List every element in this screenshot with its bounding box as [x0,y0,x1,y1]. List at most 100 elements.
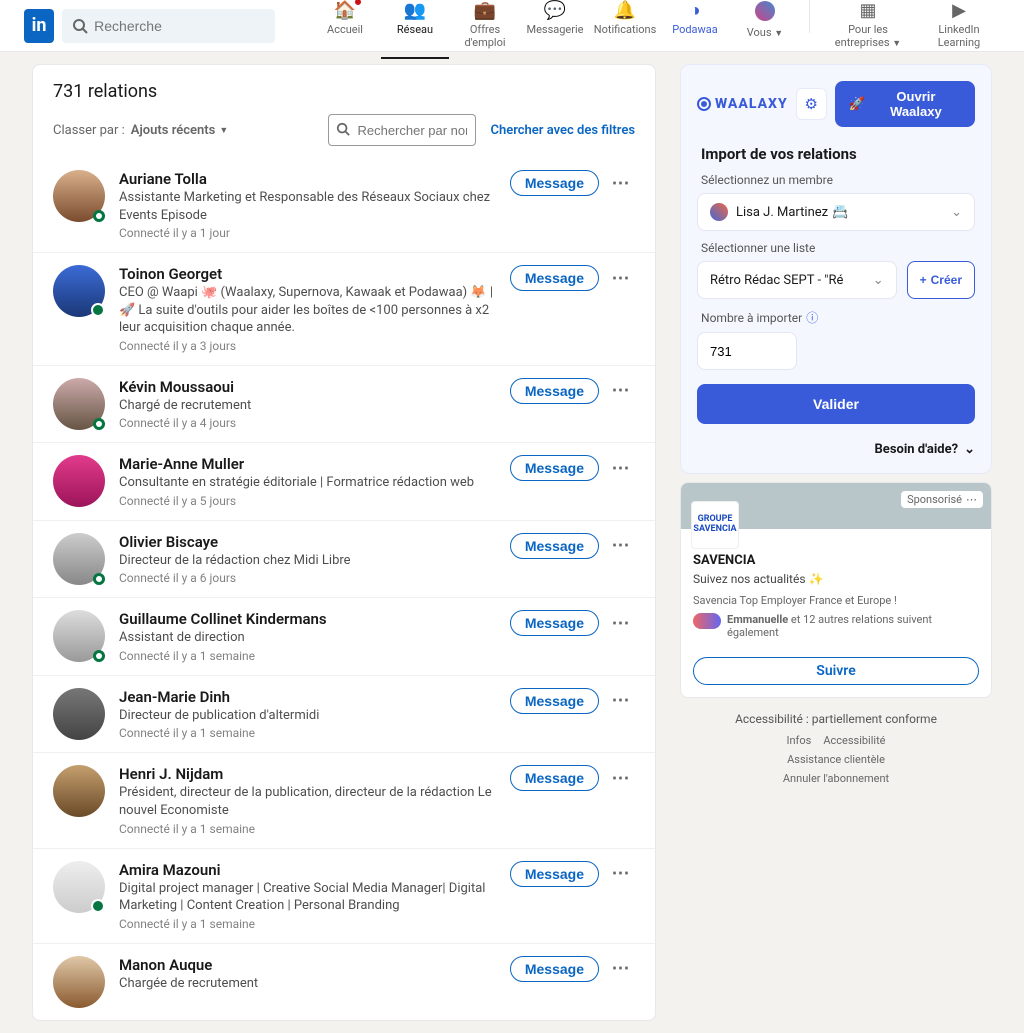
nav-learning[interactable]: ▶ LinkedIn Learning [918,0,1000,55]
count-label: Nombre à importer ⓘ [701,309,971,326]
linkedin-logo[interactable]: in [24,9,54,43]
list-select-label: Sélectionner une liste [701,241,971,255]
connection-name[interactable]: Toinon Georget [119,265,496,283]
global-search [62,9,275,43]
connections-list: Auriane TollaAssistante Marketing et Res… [33,158,655,1020]
create-list-button[interactable]: + Créer [907,261,975,299]
nav-home[interactable]: 🏠 Accueil [311,0,379,55]
message-button[interactable]: Message [510,455,599,481]
more-button[interactable]: ⋯ [607,173,635,194]
nav-network[interactable]: 👥 Réseau [381,0,449,55]
more-button[interactable]: ⋯ [607,613,635,634]
follow-button[interactable]: Suivre [693,657,979,685]
chevron-down-icon: ▼ [774,29,783,39]
nav-label: Notifications [594,23,657,36]
waalaxy-card: WAALAXY ⚙ 🚀 Ouvrir Waalaxy Import de vos… [680,64,992,474]
message-button[interactable]: Message [510,956,599,982]
nav-jobs[interactable]: 💼 Offres d'emploi [451,0,519,55]
validate-button[interactable]: Valider [697,384,975,424]
info-icon[interactable]: ⓘ [806,309,818,326]
message-button[interactable]: Message [510,610,599,636]
more-button[interactable]: ⋯ [607,863,635,884]
connection-subtitle: Digital project manager | Creative Socia… [119,880,496,915]
connection-name[interactable]: Auriane Tolla [119,170,496,188]
more-icon[interactable]: ⋯ [966,493,977,506]
connection-meta: Connecté il y a 1 semaine [119,726,496,740]
gear-icon: ⚙ [804,95,817,113]
connection-name[interactable]: Manon Auque [119,956,496,974]
footer-link[interactable]: Assistance clientèle [787,753,885,766]
count-input[interactable] [697,332,797,370]
filters-link[interactable]: Chercher avec des filtres [490,123,635,138]
company-name[interactable]: SAVENCIA [693,553,979,568]
nav-label: LinkedIn Learning [938,23,980,49]
avatar[interactable] [53,861,105,913]
nav-label: Réseau [397,23,433,36]
connection-name[interactable]: Kévin Moussaoui [119,378,496,396]
connection-name[interactable]: Henri J. Nijdam [119,765,496,783]
sort-label: Classer par : [53,123,125,138]
more-button[interactable]: ⋯ [607,690,635,711]
more-button[interactable]: ⋯ [607,768,635,789]
footer-link[interactable]: Annuler l'abonnement [783,772,889,785]
connection-name[interactable]: Amira Mazouni [119,861,496,879]
message-button[interactable]: Message [510,765,599,791]
more-button[interactable]: ⋯ [607,958,635,979]
avatar[interactable] [53,170,105,222]
nav-business[interactable]: ▦ Pour les entreprises ▼ [820,0,916,55]
avatar[interactable] [53,765,105,817]
nav-me[interactable]: Vous ▼ [731,0,799,55]
company-logo[interactable]: GROUPE SAVENCIA [691,501,739,549]
connection-subtitle: Chargée de recrutement [119,975,496,993]
member-select[interactable]: Lisa J. Martinez 📇 ⌄ [697,193,975,231]
global-search-input[interactable] [62,9,275,43]
avatar[interactable] [53,610,105,662]
chevron-down-icon: ⌄ [873,273,884,288]
message-button[interactable]: Message [510,378,599,404]
connection-name[interactable]: Guillaume Collinet Kindermans [119,610,496,628]
more-button[interactable]: ⋯ [607,380,635,401]
settings-button[interactable]: ⚙ [796,88,827,120]
message-button[interactable]: Message [510,533,599,559]
message-button[interactable]: Message [510,688,599,714]
connection-subtitle: Consultante en stratégie éditoriale | Fo… [119,474,496,492]
connection-item: Henri J. NijdamPrésident, directeur de l… [33,752,655,847]
help-link[interactable]: Besoin d'aide? ⌄ [697,442,975,457]
connection-name[interactable]: Olivier Biscaye [119,533,496,551]
people-icon: 👥 [381,1,449,21]
sponsored-badge: Sponsorisé ⋯ [901,491,983,508]
message-button[interactable]: Message [510,170,599,196]
rocket-icon: 🚀 [849,96,865,112]
connection-item: Kévin MoussaouiChargé de recrutementConn… [33,365,655,443]
open-waalaxy-button[interactable]: 🚀 Ouvrir Waalaxy [835,81,975,127]
message-button[interactable]: Message [510,861,599,887]
message-button[interactable]: Message [510,265,599,291]
avatar[interactable] [53,956,105,1008]
message-icon: 💬 [521,1,589,21]
avatar[interactable] [53,378,105,430]
more-button[interactable]: ⋯ [607,535,635,556]
home-icon: 🏠 [311,1,379,21]
avatar[interactable] [53,455,105,507]
avatar[interactable] [53,688,105,740]
nav-podawaa[interactable]: ◑ Podawaa [661,0,729,55]
list-select[interactable]: Rétro Rédac SEPT - "Ré ⌄ [697,261,897,299]
nav-messaging[interactable]: 💬 Messagerie [521,0,589,55]
name-search-input[interactable] [328,114,476,146]
more-button[interactable]: ⋯ [607,268,635,289]
connection-item: Amira MazouniDigital project manager | C… [33,848,655,943]
more-button[interactable]: ⋯ [607,458,635,479]
presence-offline [93,650,105,662]
connection-name[interactable]: Jean-Marie Dinh [119,688,496,706]
sort-control[interactable]: Classer par : Ajouts récents ▼ [53,123,228,138]
footer-link[interactable]: Accessibilité [823,734,885,747]
avatar[interactable] [53,533,105,585]
footer-link[interactable]: Infos [786,734,811,747]
nav-notifications[interactable]: 🔔 Notifications [591,0,659,55]
briefcase-icon: 💼 [451,1,519,21]
avatar[interactable] [53,265,105,317]
nav-label: Accueil [327,23,363,36]
connection-name[interactable]: Marie-Anne Muller [119,455,496,473]
connection-item: Manon AuqueChargée de recrutement Message… [33,943,655,1020]
brand-text: WAALAXY [715,96,788,112]
